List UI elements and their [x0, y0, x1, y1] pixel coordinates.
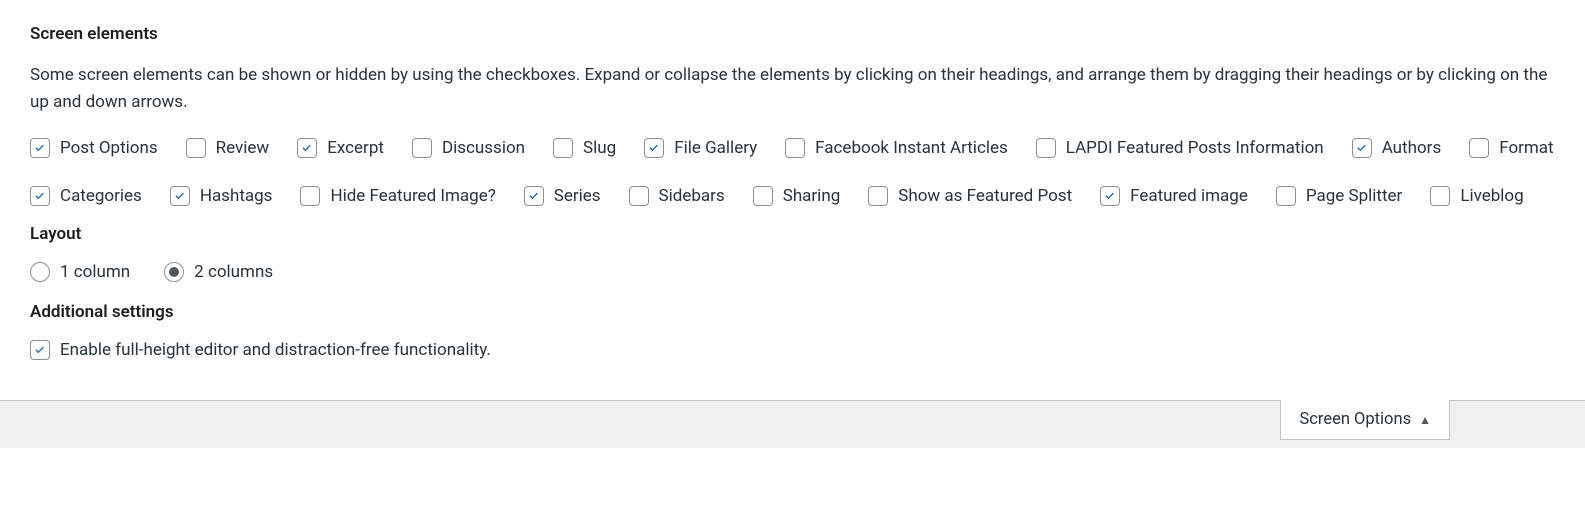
- checkbox-series[interactable]: Series: [524, 186, 601, 206]
- checkbox-label: Format: [1499, 138, 1553, 158]
- checkbox-label: Featured image: [1130, 186, 1248, 206]
- checkbox-box-icon: [1100, 186, 1120, 206]
- bottom-tab-strip: Screen Options ▲: [0, 400, 1585, 448]
- checkbox-authors[interactable]: Authors: [1352, 138, 1442, 158]
- checkbox-box-icon: [300, 186, 320, 206]
- additional-settings-heading: Additional settings: [30, 302, 1555, 322]
- radio-1-column[interactable]: 1 column: [30, 262, 130, 282]
- caret-up-icon: ▲: [1419, 413, 1431, 427]
- checkbox-enable-full-height-editor-and-distractio[interactable]: Enable full-height editor and distractio…: [30, 340, 491, 360]
- checkbox-box-icon: [868, 186, 888, 206]
- checkbox-sidebars[interactable]: Sidebars: [629, 186, 725, 206]
- checkbox-box-icon: [412, 138, 432, 158]
- checkbox-page-splitter[interactable]: Page Splitter: [1276, 186, 1402, 206]
- checkbox-slug[interactable]: Slug: [553, 138, 616, 158]
- checkbox-box-icon: [553, 138, 573, 158]
- screen-options-panel: Screen elements Some screen elements can…: [0, 0, 1585, 400]
- checkbox-box-icon: [785, 138, 805, 158]
- screen-options-tab-label: Screen Options: [1299, 410, 1411, 429]
- checkbox-format[interactable]: Format: [1469, 138, 1553, 158]
- checkbox-lapdi-featured-posts-information[interactable]: LAPDI Featured Posts Information: [1036, 138, 1324, 158]
- checkbox-show-as-featured-post[interactable]: Show as Featured Post: [868, 186, 1072, 206]
- checkbox-file-gallery[interactable]: File Gallery: [644, 138, 757, 158]
- checkbox-review[interactable]: Review: [186, 138, 270, 158]
- checkbox-label: Discussion: [442, 138, 525, 158]
- checkbox-label: Sharing: [783, 186, 841, 206]
- radio-label: 1 column: [60, 262, 130, 282]
- checkbox-label: Review: [216, 138, 270, 158]
- checkbox-post-options[interactable]: Post Options: [30, 138, 158, 158]
- checkbox-hide-featured-image[interactable]: Hide Featured Image?: [300, 186, 495, 206]
- layout-heading: Layout: [30, 224, 1555, 244]
- checkbox-label: Slug: [583, 138, 616, 158]
- checkbox-label: File Gallery: [674, 138, 757, 158]
- screen-elements-heading: Screen elements: [30, 24, 1555, 44]
- checkbox-featured-image[interactable]: Featured image: [1100, 186, 1248, 206]
- checkbox-label: Hashtags: [200, 186, 273, 206]
- checkbox-label: Enable full-height editor and distractio…: [60, 340, 491, 360]
- checkbox-box-icon: [1430, 186, 1450, 206]
- checkbox-label: Liveblog: [1460, 186, 1523, 206]
- checkbox-box-icon: [186, 138, 206, 158]
- checkbox-excerpt[interactable]: Excerpt: [297, 138, 384, 158]
- radio-2-columns[interactable]: 2 columns: [164, 262, 273, 282]
- checkbox-box-icon: [30, 138, 50, 158]
- checkbox-box-icon: [629, 186, 649, 206]
- checkbox-label: Hide Featured Image?: [330, 186, 495, 206]
- checkbox-box-icon: [644, 138, 664, 158]
- checkbox-label: Authors: [1382, 138, 1442, 158]
- checkbox-label: Post Options: [60, 138, 158, 158]
- layout-options: 1 column 2 columns: [30, 262, 1555, 282]
- radio-circle-icon: [30, 262, 50, 282]
- checkbox-box-icon: [524, 186, 544, 206]
- checkbox-label: LAPDI Featured Posts Information: [1066, 138, 1324, 158]
- checkbox-box-icon: [753, 186, 773, 206]
- checkbox-hashtags[interactable]: Hashtags: [170, 186, 273, 206]
- checkbox-box-icon: [1469, 138, 1489, 158]
- checkbox-label: Show as Featured Post: [898, 186, 1072, 206]
- screen-elements-description: Some screen elements can be shown or hid…: [30, 62, 1555, 116]
- checkbox-box-icon: [30, 340, 50, 360]
- radio-label: 2 columns: [194, 262, 273, 282]
- checkbox-label: Series: [554, 186, 601, 206]
- checkbox-facebook-instant-articles[interactable]: Facebook Instant Articles: [785, 138, 1008, 158]
- checkbox-sharing[interactable]: Sharing: [753, 186, 841, 206]
- checkbox-label: Facebook Instant Articles: [815, 138, 1008, 158]
- checkbox-label: Sidebars: [659, 186, 725, 206]
- checkbox-label: Excerpt: [327, 138, 384, 158]
- screen-options-tab[interactable]: Screen Options ▲: [1280, 400, 1450, 440]
- checkbox-box-icon: [1036, 138, 1056, 158]
- additional-settings-list: Enable full-height editor and distractio…: [30, 340, 1555, 360]
- checkbox-liveblog[interactable]: Liveblog: [1430, 186, 1523, 206]
- checkbox-box-icon: [170, 186, 190, 206]
- checkbox-categories[interactable]: Categories: [30, 186, 142, 206]
- checkbox-discussion[interactable]: Discussion: [412, 138, 525, 158]
- screen-elements-list: Post Options Review Excerpt Discussion Slug F…: [30, 138, 1555, 206]
- checkbox-box-icon: [1276, 186, 1296, 206]
- radio-circle-icon: [164, 262, 184, 282]
- checkbox-label: Categories: [60, 186, 142, 206]
- checkbox-box-icon: [297, 138, 317, 158]
- checkbox-box-icon: [30, 186, 50, 206]
- checkbox-box-icon: [1352, 138, 1372, 158]
- checkbox-label: Page Splitter: [1306, 186, 1402, 206]
